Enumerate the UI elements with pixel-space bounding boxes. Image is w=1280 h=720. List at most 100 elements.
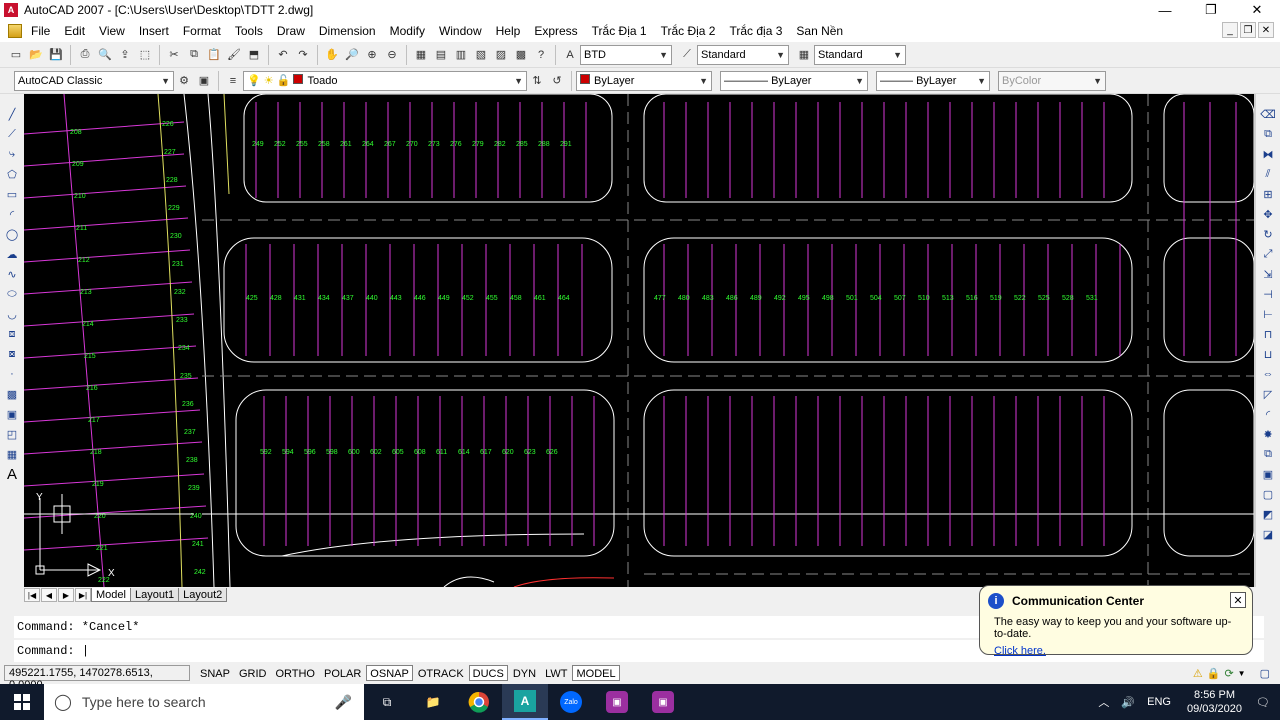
rotate-icon[interactable]: ↻ [1259,224,1277,244]
menu-dimension[interactable]: Dimension [312,20,383,42]
show-hidden-icons-icon[interactable]: ︿ [1098,694,1109,710]
layer-manager-icon[interactable]: ≡ [224,72,242,90]
paste-icon[interactable]: 📋 [205,46,223,64]
offset-icon[interactable]: ⫽ [1259,164,1277,184]
start-button[interactable] [0,684,44,720]
text-style-icon[interactable]: A [561,46,579,64]
teams-icon[interactable]: ▣ [594,684,640,720]
teams-icon-2[interactable]: ▣ [640,684,686,720]
taskbar-search-box[interactable]: ◯ Type here to search 🎤 [44,684,364,720]
markup-icon[interactable]: ▨ [492,46,510,64]
move-icon[interactable]: ✥ [1259,204,1277,224]
zoom-realtime-icon[interactable]: 🔎 [343,46,361,64]
workspace-settings-icon[interactable]: ⚙ [175,72,193,90]
scale-icon[interactable]: ⤢ [1259,244,1277,264]
make-layer-current-icon[interactable]: ⇅ [528,72,546,90]
layer-select[interactable]: 💡 ☀ 🔓 Toado ▼ [243,70,527,91]
coordinate-readout[interactable]: 495221.1755, 1470278.6513, 0.0000 [4,665,190,691]
dyn-toggle[interactable]: DYN [509,665,540,681]
new-icon[interactable]: ▭ [7,46,25,64]
text-style-select[interactable]: BTD ▼ [580,44,672,65]
menu-modify[interactable]: Modify [383,20,432,42]
menu-trac-dia-2[interactable]: Trắc Địa 2 [654,20,723,42]
next-tab-button[interactable]: ▶ [58,588,74,602]
revision-cloud-icon[interactable]: ☁ [3,244,21,264]
copy-object-icon[interactable]: ⧉ [1259,124,1277,144]
table-icon[interactable]: ▦ [3,444,21,464]
menu-trac-dia-3[interactable]: Trắc địa 3 [722,20,789,42]
point-icon[interactable]: · [3,364,21,384]
plot-preview-icon[interactable]: 🔍 [96,46,114,64]
dim-style-icon[interactable]: ⟋ [678,46,696,64]
menu-edit[interactable]: Edit [57,20,92,42]
snap-toggle[interactable]: SNAP [196,665,234,681]
menu-help[interactable]: Help [489,20,528,42]
chamfer-icon[interactable]: ◸ [1259,384,1277,404]
region-icon[interactable]: ◰ [3,424,21,444]
layer-previous-icon[interactable]: ↺ [548,72,566,90]
match-properties-icon[interactable]: 🖌 [225,46,243,64]
clean-screen-icon[interactable]: ▢ [1260,667,1270,680]
polar-toggle[interactable]: POLAR [320,665,365,681]
construction-line-icon[interactable]: ⟋ [3,124,21,144]
plot-icon[interactable]: ⎙ [76,46,94,64]
trim-icon[interactable]: ⊣ [1259,284,1277,304]
above-objects-icon[interactable]: ◩ [1259,504,1277,524]
lineweight-select[interactable]: ——— ByLayer ▼ [876,70,990,91]
bring-front-icon[interactable]: ▣ [1259,464,1277,484]
arc-icon[interactable]: ◜ [3,204,21,224]
insert-block-icon[interactable]: ⧈ [3,324,21,344]
extend-icon[interactable]: ⊢ [1259,304,1277,324]
microphone-icon[interactable]: 🎤 [335,694,352,711]
tab-layout1[interactable]: Layout1 [129,588,180,602]
save-icon[interactable]: 💾 [47,46,65,64]
multiline-text-icon[interactable]: A [3,464,21,484]
hatch-icon[interactable]: ▩ [3,384,21,404]
status-menu-icon[interactable]: ▼ [1238,669,1246,678]
array-icon[interactable]: ⊞ [1259,184,1277,204]
sheet-set-icon[interactable]: ▧ [472,46,490,64]
otrack-toggle[interactable]: OTRACK [414,665,468,681]
drawing-canvas[interactable]: 249 252 255 258 261 264 267 270 273 276 279 282 285 2… [24,94,1254,587]
color-select[interactable]: ByLayer ▼ [576,70,712,91]
help-icon[interactable]: ? [532,46,550,64]
ortho-toggle[interactable]: ORTHO [271,665,319,681]
workspace-select[interactable]: AutoCAD Classic ▼ [14,70,174,91]
menu-file[interactable]: File [24,20,57,42]
zoom-previous-icon[interactable]: ⊖ [383,46,401,64]
menu-tools[interactable]: Tools [228,20,270,42]
draw-order-icon[interactable]: ⧉ [1259,444,1277,464]
make-block-icon[interactable]: ⧇ [3,344,21,364]
join-icon[interactable]: ⇔ [1259,364,1277,384]
document-icon[interactable] [8,24,22,38]
menu-trac-dia-1[interactable]: Trắc Địa 1 [585,20,654,42]
break-at-point-icon[interactable]: ⊓ [1259,324,1277,344]
popup-close-button[interactable]: ✕ [1230,592,1246,608]
3d-dwf-icon[interactable]: ⬚ [136,46,154,64]
properties-icon[interactable]: ▦ [412,46,430,64]
ducs-toggle[interactable]: DUCS [468,665,508,681]
cut-icon[interactable]: ✂ [165,46,183,64]
open-icon[interactable]: 📂 [27,46,45,64]
last-tab-button[interactable]: ▶| [75,588,91,602]
doc-restore-button[interactable]: ❐ [1240,22,1256,38]
clock[interactable]: 8:56 PM 09/03/2020 [1187,688,1242,716]
autocad-taskbar-icon[interactable]: A [502,684,548,720]
menu-draw[interactable]: Draw [270,20,312,42]
circle-icon[interactable]: ◯ [3,224,21,244]
block-editor-icon[interactable]: ⬒ [245,46,263,64]
menu-insert[interactable]: Insert [132,20,176,42]
warning-icon[interactable]: ⚠ [1193,667,1203,680]
stretch-icon[interactable]: ⇲ [1259,264,1277,284]
menu-express[interactable]: Express [527,20,584,42]
lock-icon[interactable]: 🔒 [1207,667,1221,680]
mirror-icon[interactable]: ⧓ [1259,144,1277,164]
notifications-icon[interactable]: 🗨 [1256,696,1270,709]
lwt-toggle[interactable]: LWT [541,665,571,681]
ellipse-icon[interactable]: ⬭ [3,284,21,304]
explode-icon[interactable]: ✸ [1259,424,1277,444]
publish-icon[interactable]: ⇪ [116,46,134,64]
tab-layout2[interactable]: Layout2 [178,588,228,602]
grid-toggle[interactable]: GRID [235,665,271,681]
redo-icon[interactable]: ↷ [294,46,312,64]
